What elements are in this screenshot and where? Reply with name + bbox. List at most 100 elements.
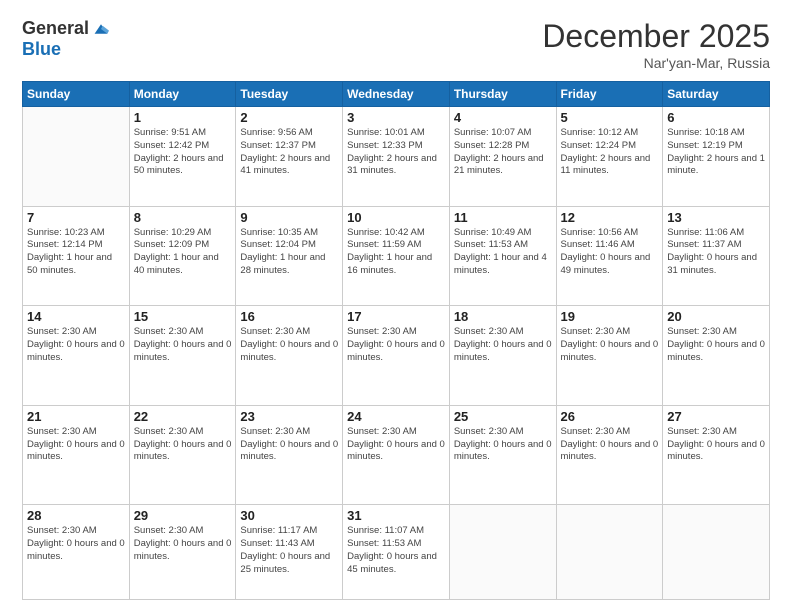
calendar-cell: 6 Sunrise: 10:18 AM Sunset: 12:19 PM Dayl… xyxy=(663,107,770,207)
header-sunday: Sunday xyxy=(23,82,130,107)
calendar-cell: 31Sunrise: 11:07 AM Sunset: 11:53 AM Day… xyxy=(343,505,450,600)
calendar-cell: 27 Sunset: 2:30 AM Daylight: 0 hours and … xyxy=(663,405,770,505)
day-info: Sunrise: 10:23 AM Sunset: 12:14 PM Dayli… xyxy=(27,227,125,278)
day-number: 18 xyxy=(454,309,552,324)
calendar-cell: 18 Sunset: 2:30 AM Daylight: 0 hours and … xyxy=(449,306,556,406)
day-info: Sunrise: 10:07 AM Sunset: 12:28 PM Dayli… xyxy=(454,127,552,178)
day-info: Sunset: 2:30 AM Daylight: 0 hours and 0 … xyxy=(27,426,125,464)
day-info: Sunrise: 10:49 AM Sunset: 11:53 AM Dayli… xyxy=(454,227,552,278)
calendar-cell xyxy=(556,505,663,600)
calendar-cell: 8Sunrise: 10:29 AM Sunset: 12:09 PM Dayl… xyxy=(129,206,236,306)
day-number: 23 xyxy=(240,409,338,424)
day-number: 19 xyxy=(561,309,659,324)
calendar-cell: 2 Sunrise: 9:56 AM Sunset: 12:37 PM Dayli… xyxy=(236,107,343,207)
calendar-cell: 5 Sunrise: 10:12 AM Sunset: 12:24 PM Dayl… xyxy=(556,107,663,207)
calendar-cell: 12Sunrise: 10:56 AM Sunset: 11:46 AM Day… xyxy=(556,206,663,306)
day-number: 14 xyxy=(27,309,125,324)
calendar-cell: 28Sunset: 2:30 AM Daylight: 0 hours and … xyxy=(23,505,130,600)
day-number: 29 xyxy=(134,508,232,523)
day-info: Sunrise: 10:42 AM Sunset: 11:59 AM Dayli… xyxy=(347,227,445,278)
day-info: Sunrise: 11:06 AM Sunset: 11:37 AM Dayli… xyxy=(667,227,765,278)
header-friday: Friday xyxy=(556,82,663,107)
day-number: 13 xyxy=(667,210,765,225)
week-row-1: 1 Sunrise: 9:51 AM Sunset: 12:42 PM Dayli… xyxy=(23,107,770,207)
day-number: 20 xyxy=(667,309,765,324)
day-number: 21 xyxy=(27,409,125,424)
day-number: 12 xyxy=(561,210,659,225)
calendar-cell xyxy=(449,505,556,600)
day-number: 5 xyxy=(561,110,659,125)
day-info: Sunset: 2:30 AM Daylight: 0 hours and 0 … xyxy=(561,326,659,364)
day-info: Sunset: 2:30 AM Daylight: 0 hours and 0 … xyxy=(27,525,125,563)
day-number: 9 xyxy=(240,210,338,225)
day-info: Sunrise: 11:07 AM Sunset: 11:53 AM Dayli… xyxy=(347,525,445,576)
calendar-cell: 14 Sunset: 2:30 AM Daylight: 0 hours and … xyxy=(23,306,130,406)
day-info: Sunrise: 11:17 AM Sunset: 11:43 AM Dayli… xyxy=(240,525,338,576)
header-thursday: Thursday xyxy=(449,82,556,107)
calendar-cell: 16 Sunset: 2:30 AM Daylight: 0 hours and … xyxy=(236,306,343,406)
calendar-cell: 1 Sunrise: 9:51 AM Sunset: 12:42 PM Dayli… xyxy=(129,107,236,207)
calendar-cell: 19 Sunset: 2:30 AM Daylight: 0 hours and … xyxy=(556,306,663,406)
week-row-4: 21 Sunset: 2:30 AM Daylight: 0 hours and … xyxy=(23,405,770,505)
header-monday: Monday xyxy=(129,82,236,107)
day-number: 10 xyxy=(347,210,445,225)
calendar-cell: 17Sunset: 2:30 AM Daylight: 0 hours and … xyxy=(343,306,450,406)
day-info: Sunrise: 10:18 AM Sunset: 12:19 PM Dayli… xyxy=(667,127,765,178)
day-number: 11 xyxy=(454,210,552,225)
day-number: 30 xyxy=(240,508,338,523)
location: Nar'yan-Mar, Russia xyxy=(542,55,770,71)
calendar-cell: 7 Sunrise: 10:23 AM Sunset: 12:14 PM Dayl… xyxy=(23,206,130,306)
calendar-cell: 11 Sunrise: 10:49 AM Sunset: 11:53 AM Day… xyxy=(449,206,556,306)
week-row-5: 28Sunset: 2:30 AM Daylight: 0 hours and … xyxy=(23,505,770,600)
day-number: 22 xyxy=(134,409,232,424)
day-number: 2 xyxy=(240,110,338,125)
calendar-cell: 29 Sunset: 2:30 AM Daylight: 0 hours and … xyxy=(129,505,236,600)
day-info: Sunset: 2:30 AM Daylight: 0 hours and 0 … xyxy=(134,326,232,364)
day-info: Sunrise: 9:51 AM Sunset: 12:42 PM Daylig… xyxy=(134,127,232,178)
calendar-cell: 10 Sunrise: 10:42 AM Sunset: 11:59 AM Day… xyxy=(343,206,450,306)
header-wednesday: Wednesday xyxy=(343,82,450,107)
day-info: Sunrise: 10:35 AM Sunset: 12:04 PM Dayli… xyxy=(240,227,338,278)
day-number: 16 xyxy=(240,309,338,324)
calendar-cell: 30 Sunrise: 11:17 AM Sunset: 11:43 AM Day… xyxy=(236,505,343,600)
calendar-page: General Blue December 2025 Nar'yan-Mar, … xyxy=(0,0,792,612)
day-info: Sunset: 2:30 AM Daylight: 0 hours and 0 … xyxy=(134,525,232,563)
day-info: Sunset: 2:30 AM Daylight: 0 hours and 0 … xyxy=(667,426,765,464)
day-number: 7 xyxy=(27,210,125,225)
day-number: 1 xyxy=(134,110,232,125)
day-number: 24 xyxy=(347,409,445,424)
day-info: Sunset: 2:30 AM Daylight: 0 hours and 0 … xyxy=(561,426,659,464)
calendar-cell: 21 Sunset: 2:30 AM Daylight: 0 hours and … xyxy=(23,405,130,505)
day-number: 27 xyxy=(667,409,765,424)
calendar-cell: 26 Sunset: 2:30 AM Daylight: 0 hours and … xyxy=(556,405,663,505)
day-info: Sunset: 2:30 AM Daylight: 0 hours and 0 … xyxy=(454,326,552,364)
day-info: Sunrise: 10:01 AM Sunset: 12:33 PM Dayli… xyxy=(347,127,445,178)
calendar-cell: 22Sunset: 2:30 AM Daylight: 0 hours and … xyxy=(129,405,236,505)
header: General Blue December 2025 Nar'yan-Mar, … xyxy=(22,18,770,71)
calendar-cell: 25Sunset: 2:30 AM Daylight: 0 hours and … xyxy=(449,405,556,505)
logo-icon xyxy=(93,21,109,37)
day-info: Sunset: 2:30 AM Daylight: 0 hours and 0 … xyxy=(240,326,338,364)
day-info: Sunset: 2:30 AM Daylight: 0 hours and 0 … xyxy=(27,326,125,364)
calendar-cell: 15Sunset: 2:30 AM Daylight: 0 hours and … xyxy=(129,306,236,406)
logo: General Blue xyxy=(22,18,109,60)
calendar-cell: 9 Sunrise: 10:35 AM Sunset: 12:04 PM Dayl… xyxy=(236,206,343,306)
day-number: 6 xyxy=(667,110,765,125)
logo-general-text: General xyxy=(22,18,89,39)
day-info: Sunset: 2:30 AM Daylight: 0 hours and 0 … xyxy=(347,426,445,464)
day-info: Sunrise: 10:12 AM Sunset: 12:24 PM Dayli… xyxy=(561,127,659,178)
calendar-cell: 4Sunrise: 10:07 AM Sunset: 12:28 PM Dayl… xyxy=(449,107,556,207)
calendar-cell: 24 Sunset: 2:30 AM Daylight: 0 hours and … xyxy=(343,405,450,505)
day-info: Sunset: 2:30 AM Daylight: 0 hours and 0 … xyxy=(347,326,445,364)
day-info: Sunset: 2:30 AM Daylight: 0 hours and 0 … xyxy=(240,426,338,464)
header-tuesday: Tuesday xyxy=(236,82,343,107)
day-number: 26 xyxy=(561,409,659,424)
day-info: Sunrise: 9:56 AM Sunset: 12:37 PM Daylig… xyxy=(240,127,338,178)
day-number: 25 xyxy=(454,409,552,424)
day-number: 8 xyxy=(134,210,232,225)
month-title: December 2025 xyxy=(542,18,770,55)
calendar-cell xyxy=(663,505,770,600)
week-row-2: 7 Sunrise: 10:23 AM Sunset: 12:14 PM Dayl… xyxy=(23,206,770,306)
weekday-header-row: Sunday Monday Tuesday Wednesday Thursday… xyxy=(23,82,770,107)
title-area: December 2025 Nar'yan-Mar, Russia xyxy=(542,18,770,71)
